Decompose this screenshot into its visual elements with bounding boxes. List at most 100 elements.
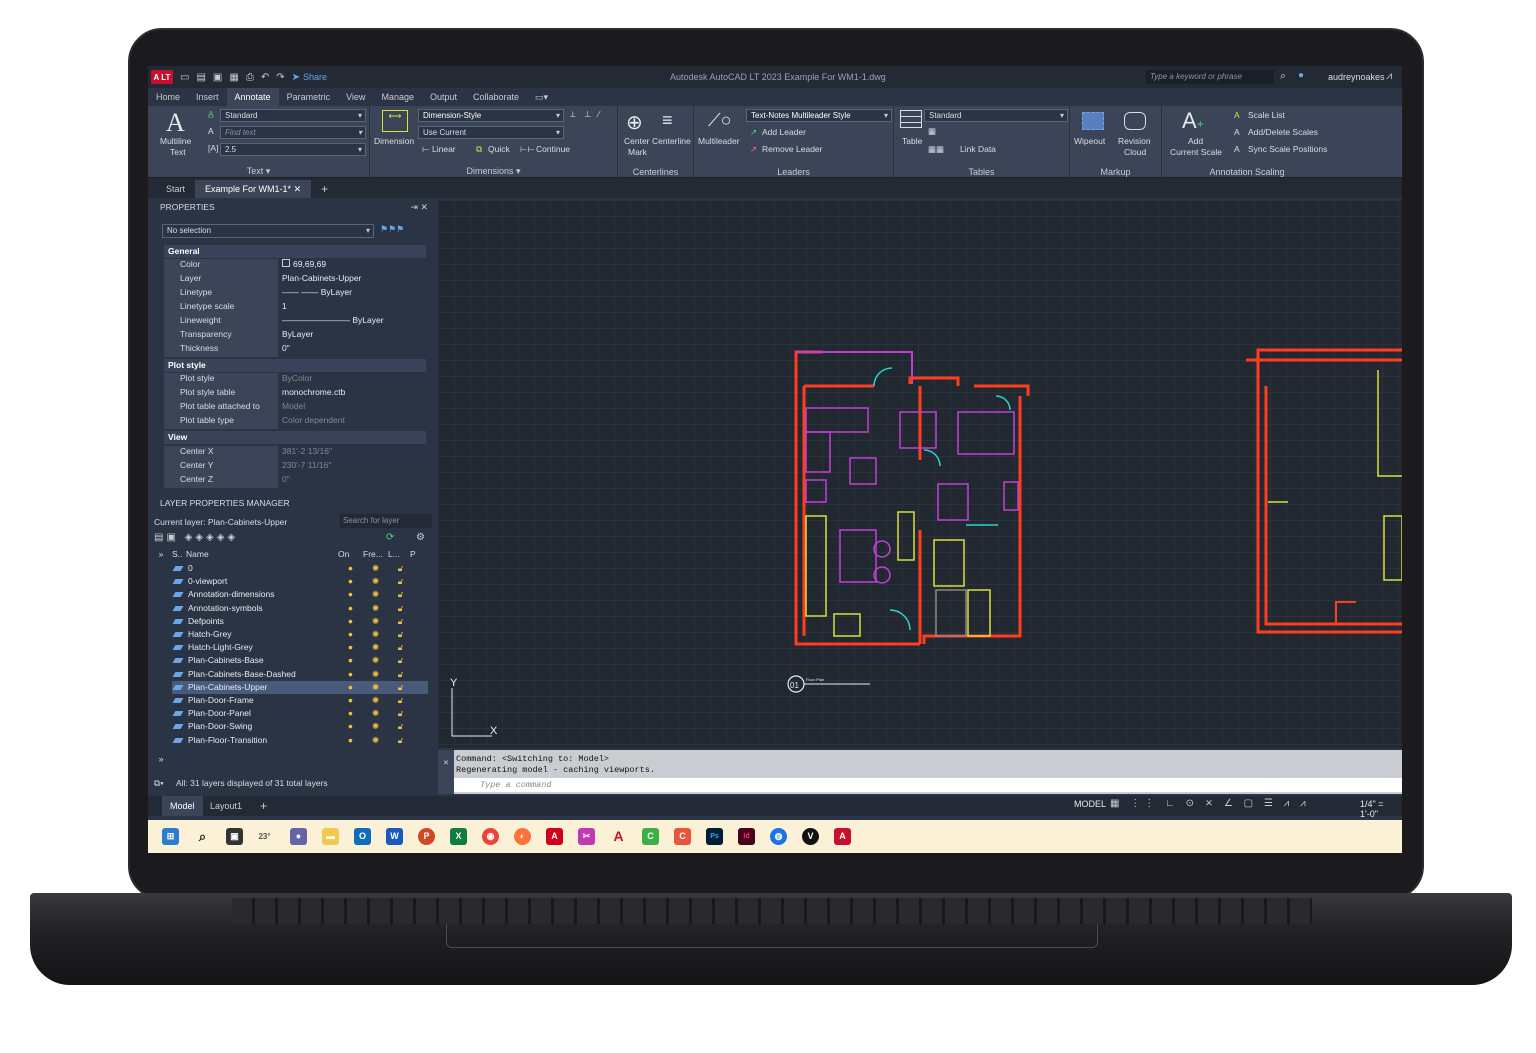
wipeout-label[interactable]: Wipeout <box>1074 136 1105 146</box>
remove-leader-button[interactable]: Remove Leader <box>762 144 822 154</box>
center-mark-label2[interactable]: Mark <box>628 147 647 157</box>
dimension-label[interactable]: Dimension <box>374 136 414 146</box>
dimensions-panel-title[interactable]: Dimensions ▾ <box>370 166 617 177</box>
add-scale-label[interactable]: Add <box>1188 136 1203 146</box>
col-status[interactable]: S.. <box>172 548 186 561</box>
annotation-scale[interactable]: 1/4" = 1'-0" <box>1360 799 1402 819</box>
layer-on-icon[interactable]: ● <box>338 575 363 588</box>
help-search-input[interactable]: Type a keyword or phrase <box>1146 70 1274 84</box>
layer-freeze-icon[interactable]: ✺ <box>363 628 388 641</box>
open-file-icon[interactable]: ▤ <box>196 72 205 83</box>
leader-style-select[interactable]: Text-Notes Multileader Style <box>746 109 892 122</box>
layer-row[interactable]: Plan-Cabinets-Base-Dashed ● ✺ 🔓︎ <box>172 668 428 681</box>
save-as-icon[interactable]: ▦ <box>229 72 238 83</box>
layer-on-icon[interactable]: ● <box>338 707 363 720</box>
general-section[interactable]: General <box>164 245 426 258</box>
linear-button[interactable]: Linear <box>432 144 456 154</box>
command-close-icon[interactable]: ✕ <box>438 750 454 794</box>
revision-cloud-label[interactable]: Revision <box>1118 136 1151 146</box>
user-name[interactable]: audreynoakes <box>1328 72 1385 82</box>
prop-value[interactable]: Plan-Cabinets-Upper <box>278 273 426 287</box>
layer-freeze-icon[interactable]: ✺ <box>363 694 388 707</box>
close-tab-icon[interactable]: ✕ <box>294 184 302 194</box>
layer-freeze-icon[interactable]: ✺ <box>363 575 388 588</box>
layer-on-icon[interactable]: ● <box>338 602 363 615</box>
sync-scale-button[interactable]: Sync Scale Positions <box>1248 144 1327 154</box>
chrome-icon[interactable]: ◉ <box>482 828 499 845</box>
tab-parametric[interactable]: Parametric <box>279 88 339 106</box>
view-section[interactable]: View <box>164 431 426 444</box>
add-delete-scales-button[interactable]: Add/Delete Scales <box>1248 127 1318 137</box>
tab-manage[interactable]: Manage <box>373 88 422 106</box>
autodesk-icon[interactable]: ⩘ <box>1386 70 1392 83</box>
layer-freeze-icon[interactable]: ✺ <box>363 615 388 628</box>
text-height-select[interactable]: 2.5 <box>220 143 366 156</box>
prop-value[interactable]: ByLayer <box>278 329 426 343</box>
layer-on-icon[interactable]: ● <box>338 562 363 575</box>
app-icon-globe[interactable]: ◍ <box>770 828 787 845</box>
prop-value[interactable]: monochrome.ctb <box>278 387 426 401</box>
save-icon[interactable]: ▣ <box>213 72 222 83</box>
dimension-icon[interactable]: ⟷ <box>382 110 408 132</box>
ribbon-options-icon[interactable]: ▭▾ <box>527 88 556 106</box>
layer-lock-icon[interactable]: 🔓︎ <box>388 668 413 681</box>
teams-icon[interactable]: ● <box>290 828 307 845</box>
layer-lock-icon[interactable]: 🔓︎ <box>388 575 413 588</box>
dim-style-select[interactable]: Dimension-Style <box>418 109 564 122</box>
centerline-label[interactable]: Centerline <box>652 136 691 146</box>
layer-freeze-icon[interactable]: ✺ <box>363 562 388 575</box>
selection-select[interactable]: No selection <box>162 224 374 238</box>
layer-freeze-icon[interactable]: ✺ <box>363 668 388 681</box>
layer-row[interactable]: Defpoints ● ✺ 🔓︎ <box>172 615 428 628</box>
task-view-icon[interactable]: ▣ <box>226 828 243 845</box>
layer-lock-icon[interactable]: 🔓︎ <box>388 615 413 628</box>
share-icon[interactable]: ➤ <box>292 72 300 83</box>
dim-oblique-icon[interactable]: ⁄ <box>598 109 599 119</box>
layer-on-icon[interactable]: ● <box>338 628 363 641</box>
drafting-toggles[interactable]: ▦ ⋮⋮ ∟ ⊙ ⨯ ∠ ▢ ☰ ⩘ ⩘ <box>1110 798 1310 809</box>
layer-on-icon[interactable]: ● <box>338 668 363 681</box>
layer-lock-icon[interactable]: 🔓︎ <box>388 628 413 641</box>
add-layout-button[interactable]: + <box>260 796 267 816</box>
add-scale-label2[interactable]: Current Scale <box>1170 147 1222 157</box>
share-button[interactable]: Share <box>303 72 327 82</box>
dim-layer-select[interactable]: Use Current <box>418 126 564 139</box>
layer-lock-icon[interactable]: 🔓︎ <box>388 681 413 694</box>
weather-widget[interactable]: 23° <box>256 828 273 845</box>
multiline-text-icon[interactable]: A <box>166 108 185 138</box>
leaders-panel-title[interactable]: Leaders <box>694 167 893 177</box>
tab-layout1[interactable]: Layout1 <box>210 796 242 816</box>
layer-row[interactable]: Plan-Door-Frame ● ✺ 🔓︎ <box>172 694 428 707</box>
layer-row[interactable]: Plan-Door-Panel ● ✺ 🔓︎ <box>172 707 428 720</box>
layer-on-icon[interactable]: ● <box>338 681 363 694</box>
dim-break-icon[interactable]: ⟂ <box>570 109 576 120</box>
search-icon[interactable]: ⌕ <box>1280 70 1286 83</box>
civil-icon[interactable]: C <box>642 828 659 845</box>
layer-lock-icon[interactable]: 🔓︎ <box>388 562 413 575</box>
layer-lock-icon[interactable]: 🔓︎ <box>388 588 413 601</box>
layer-row[interactable]: 0-viewport ● ✺ 🔓︎ <box>172 575 428 588</box>
autocad-lt-icon[interactable]: A <box>834 828 851 845</box>
col-freeze[interactable]: Fre... <box>363 548 388 561</box>
redo-icon[interactable]: ↷ <box>276 72 284 83</box>
extract-data-icon[interactable]: ▦ <box>928 126 936 137</box>
layer-lock-icon[interactable]: 🔓︎ <box>388 694 413 707</box>
outlook-icon[interactable]: O <box>354 828 371 845</box>
layer-row[interactable]: Plan-Cabinets-Base ● ✺ 🔓︎ <box>172 654 428 667</box>
prop-value-color[interactable]: 69,69,69 <box>278 259 426 273</box>
multileader-label[interactable]: Multileader <box>698 136 740 146</box>
plot-style-section[interactable]: Plot style <box>164 359 426 372</box>
center-mark-label[interactable]: Center <box>624 136 650 146</box>
prop-value[interactable]: ———————— ByLayer <box>278 315 426 329</box>
table-style-select[interactable]: Standard <box>924 109 1068 122</box>
layer-row[interactable]: Plan-Door-Swing ● ✺ 🔓︎ <box>172 720 428 733</box>
table-label[interactable]: Table <box>902 136 922 146</box>
layer-lock-icon[interactable]: 🔓︎ <box>388 654 413 667</box>
tab-output[interactable]: Output <box>422 88 465 106</box>
app-logo[interactable]: A LT <box>151 70 173 84</box>
layer-on-icon[interactable]: ● <box>338 641 363 654</box>
quick-button[interactable]: Quick <box>488 144 510 154</box>
layer-on-icon[interactable]: ● <box>338 588 363 601</box>
layer-on-icon[interactable]: ● <box>338 720 363 733</box>
word-icon[interactable]: W <box>386 828 403 845</box>
